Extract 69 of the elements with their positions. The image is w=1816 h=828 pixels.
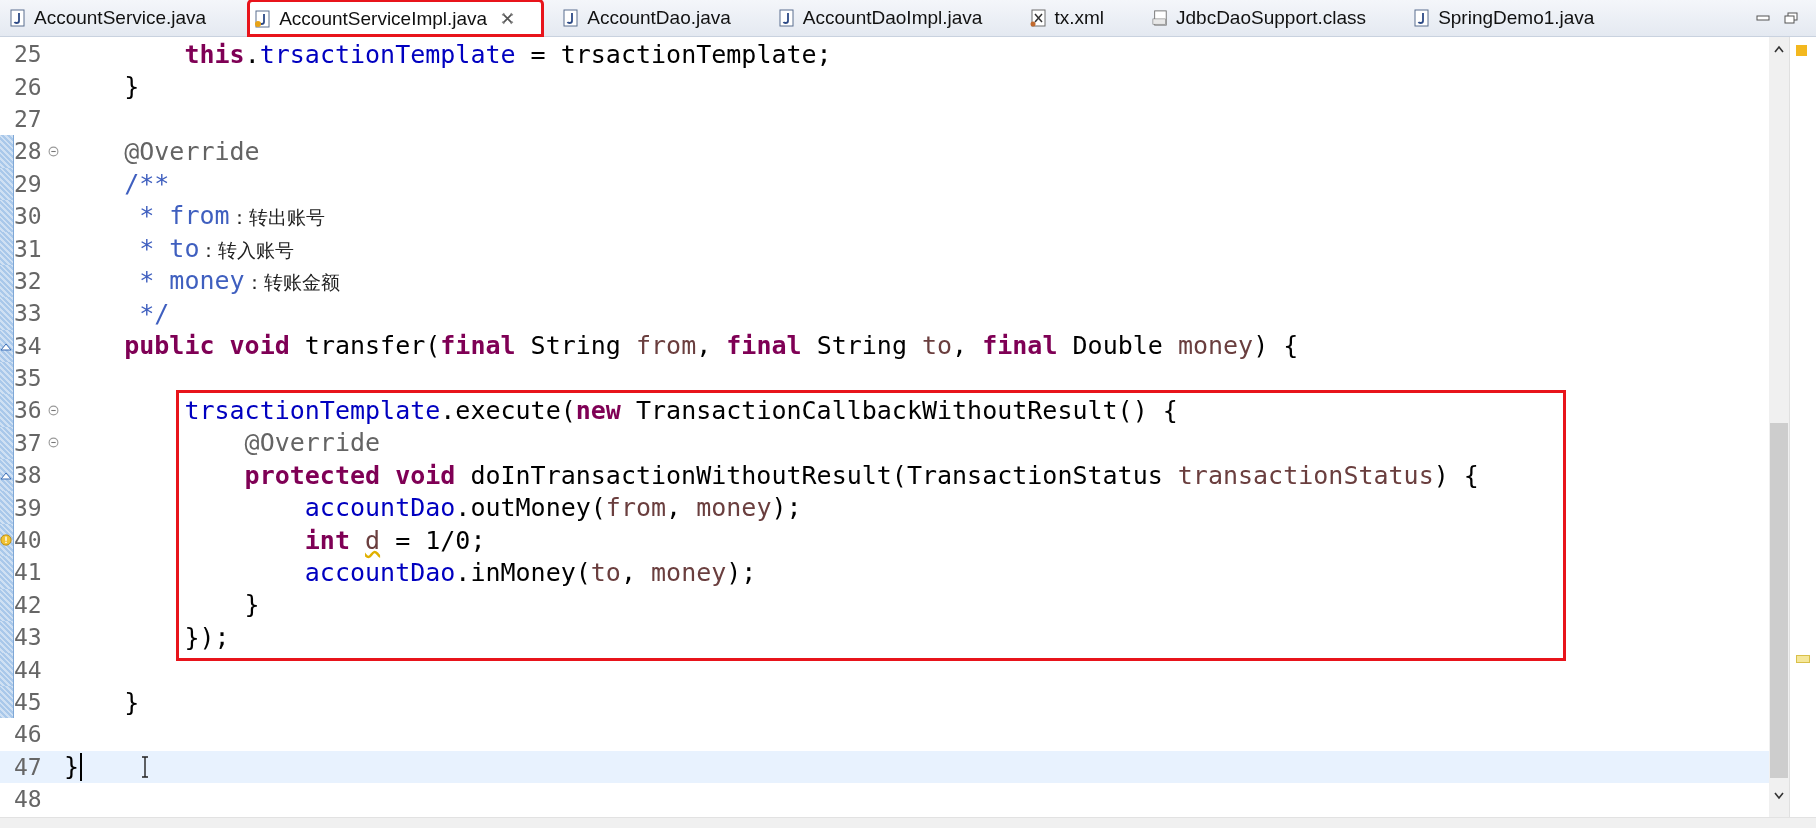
line-number: 47	[14, 753, 43, 780]
text-cursor	[80, 752, 83, 781]
code-line: protected void doInTransactionWithoutResult(TransactionStatus transactionStatus) {	[243, 460, 1479, 490]
line-number: 35	[14, 365, 43, 392]
code-line: * from：转出账号	[138, 201, 325, 232]
code-line: */	[138, 298, 170, 328]
line-number: 36	[14, 397, 43, 424]
editor-tab[interactable]: SpringDemo1.java	[1408, 0, 1623, 36]
line-number: 44	[14, 656, 43, 683]
line-number: 37	[14, 429, 43, 456]
line-number: 42	[14, 591, 43, 618]
editor-tab[interactable]: JdbcDaoSupport.class	[1146, 0, 1395, 36]
line-number: 38	[14, 462, 43, 489]
vertical-scrollbar[interactable]	[1769, 37, 1789, 817]
java-file-icon	[1414, 9, 1431, 27]
editor-tab[interactable]: AccountDao.java	[557, 0, 759, 36]
code-line: public void transfer(final String from, final String to, final Double money) {	[123, 331, 1299, 361]
editor-tab[interactable]: tx.xml	[1024, 0, 1132, 36]
code-line: accountDao.outMoney(from, money);	[303, 493, 802, 523]
line-number: 34	[14, 332, 43, 359]
editor-tab[interactable]: AccountDaoImpl.java	[772, 0, 1011, 36]
editor-tab[interactable]: AccountService.java	[4, 0, 235, 36]
code-line: * money：转账金额	[138, 265, 340, 296]
line-number: 28	[14, 138, 43, 165]
horizontal-scrollbar[interactable]	[0, 817, 1816, 828]
line-number: 29	[14, 170, 43, 197]
java-file-icon	[563, 9, 580, 27]
code-line: });	[183, 622, 230, 652]
collapse-icon[interactable]	[48, 145, 59, 157]
xml-file-icon	[1030, 9, 1047, 27]
code-line: @Override	[243, 428, 381, 458]
line-number: 41	[14, 559, 43, 586]
line-number: 25	[14, 41, 43, 68]
line-number: 46	[14, 721, 43, 748]
code-line: }	[243, 590, 260, 620]
line-number: 43	[14, 624, 43, 651]
ibeam-cursor-icon	[140, 755, 151, 778]
close-icon[interactable]	[501, 12, 515, 25]
scroll-down-icon[interactable]	[1773, 792, 1785, 800]
java-file-icon	[255, 9, 272, 28]
collapse-icon[interactable]	[48, 405, 59, 416]
code-line: @Override	[123, 136, 260, 166]
line-number: 39	[14, 494, 43, 521]
code-line: }	[64, 752, 80, 782]
collapse-icon[interactable]	[48, 437, 59, 449]
scroll-up-icon[interactable]	[1773, 45, 1785, 53]
code-line: trsactionTemplate.execute(new TransactionCallbackWithoutResult() {	[183, 396, 1178, 425]
maximize-icon[interactable]	[1784, 12, 1798, 24]
code-line: accountDao.inMoney(to, money);	[303, 557, 757, 587]
code-line: int d = 1/0;	[303, 525, 486, 555]
line-number: 32	[14, 267, 43, 294]
code-line: }	[123, 72, 140, 102]
line-number: 48	[14, 786, 43, 813]
java-file-icon	[778, 9, 795, 27]
line-number: 30	[14, 203, 43, 230]
editor-tab[interactable]: AccountServiceImpl.java	[248, 0, 544, 36]
minimize-icon[interactable]	[1756, 12, 1770, 24]
line-number: 40	[14, 527, 43, 554]
line-number: 45	[14, 689, 43, 715]
code-line: /**	[123, 169, 170, 199]
java-file-icon	[10, 9, 26, 27]
line-number: 33	[14, 300, 43, 327]
code-line: }	[123, 687, 140, 717]
code-line: * to：转入账号	[138, 233, 295, 264]
line-number: 31	[14, 235, 43, 262]
class-file-icon	[1152, 9, 1168, 27]
line-number: 26	[14, 73, 43, 100]
line-number: 27	[14, 105, 43, 132]
code-line: this.trsactionTemplate = trsactionTemplate;	[183, 39, 832, 69]
